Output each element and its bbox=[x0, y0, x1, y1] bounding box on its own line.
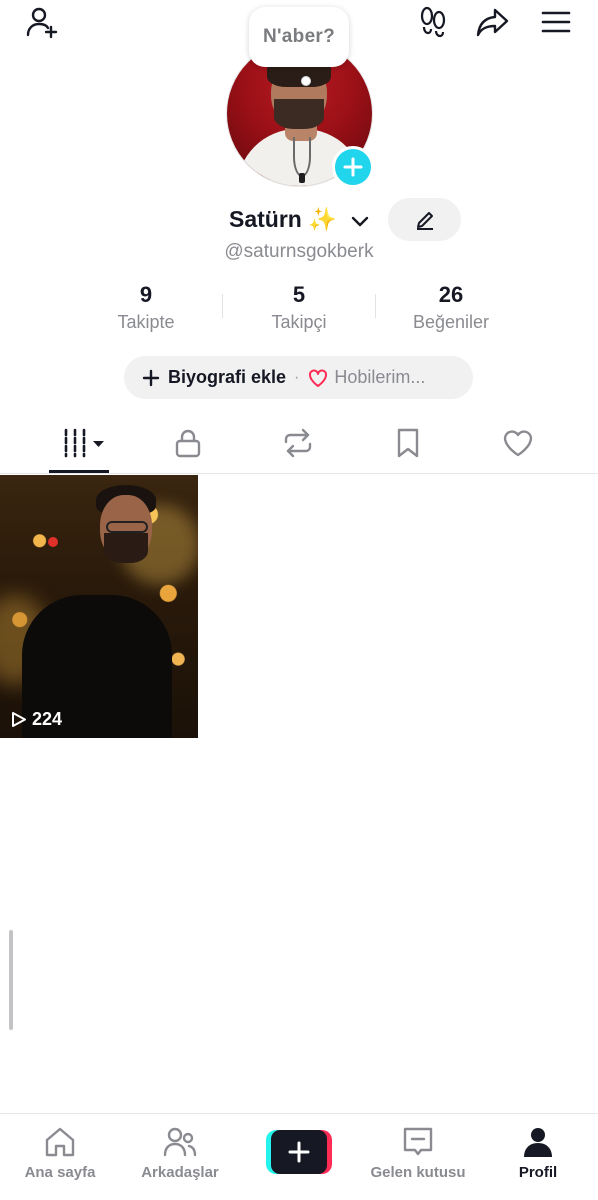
stat-divider bbox=[222, 294, 223, 318]
add-story-button[interactable] bbox=[332, 146, 374, 188]
lock-icon bbox=[175, 429, 201, 458]
bottom-navigation: Ana sayfa Arkadaşlar Gelen kutusu Profil bbox=[0, 1113, 598, 1200]
play-icon bbox=[12, 712, 26, 727]
name-row: Satürn ✨ bbox=[0, 198, 598, 241]
stat-value: 9 bbox=[139, 282, 153, 307]
share-icon[interactable] bbox=[473, 2, 513, 42]
display-name: Satürn ✨ bbox=[229, 206, 337, 232]
stat-label: Takipte bbox=[117, 312, 175, 332]
status-note-text: N'aber? bbox=[262, 26, 336, 47]
bio-pill: Biyografi ekle · Hobilerim... bbox=[124, 356, 473, 399]
home-icon bbox=[45, 1127, 75, 1157]
content-tabs bbox=[0, 412, 598, 474]
heart-icon bbox=[309, 369, 328, 387]
bio-separator: · bbox=[294, 368, 300, 386]
nav-label: Ana sayfa bbox=[24, 1164, 96, 1181]
view-count-text: 224 bbox=[32, 709, 63, 729]
stat-following[interactable]: 9 Takipte bbox=[71, 282, 221, 333]
hobbies-label: Hobilerim... bbox=[334, 367, 426, 387]
nav-profile[interactable]: Profil bbox=[478, 1124, 598, 1194]
stat-label: Takipçi bbox=[271, 312, 327, 332]
create-plus-icon bbox=[288, 1141, 310, 1163]
stat-followers[interactable]: 5 Takipçi bbox=[224, 282, 374, 333]
video-view-count: 224 bbox=[10, 709, 62, 730]
tab-reposts[interactable] bbox=[243, 412, 353, 474]
menu-icon[interactable] bbox=[536, 2, 576, 42]
tab-private[interactable] bbox=[133, 412, 243, 474]
edit-profile-button[interactable] bbox=[388, 198, 461, 241]
tab-favorites[interactable] bbox=[353, 412, 463, 474]
add-bio-button[interactable]: Biyografi ekle bbox=[142, 367, 286, 388]
nav-label: Profil bbox=[518, 1164, 558, 1181]
nav-home[interactable]: Ana sayfa bbox=[0, 1124, 120, 1194]
nav-friends[interactable]: Arkadaşlar bbox=[120, 1124, 240, 1194]
tab-liked[interactable] bbox=[463, 412, 573, 474]
nav-label: Gelen kutusu bbox=[370, 1164, 466, 1181]
plus-icon bbox=[142, 369, 160, 386]
plus-icon bbox=[343, 157, 363, 177]
username: @saturnsgokberk bbox=[224, 241, 374, 262]
repost-icon bbox=[284, 428, 312, 458]
profile-stats: 9 Takipte 5 Takipçi 26 Beğeniler bbox=[0, 282, 598, 342]
footprints-icon[interactable] bbox=[413, 2, 453, 42]
inbox-icon bbox=[403, 1127, 433, 1156]
video-thumbnail[interactable]: 224 bbox=[0, 475, 198, 738]
add-bio-label: Biyografi ekle bbox=[168, 367, 287, 387]
heart-icon bbox=[503, 430, 533, 457]
stat-likes[interactable]: 26 Beğeniler bbox=[376, 282, 526, 333]
create-video-button[interactable] bbox=[266, 1130, 332, 1174]
pencil-icon bbox=[416, 211, 433, 230]
nav-label: Arkadaşlar bbox=[141, 1164, 219, 1181]
stat-value: 26 bbox=[438, 282, 464, 307]
tab-videos[interactable] bbox=[29, 412, 139, 474]
active-tab-indicator bbox=[49, 470, 109, 473]
scrollbar[interactable] bbox=[9, 930, 13, 1030]
videos-grid-icon bbox=[64, 428, 104, 458]
stat-value: 5 bbox=[292, 282, 306, 307]
friends-icon bbox=[163, 1127, 197, 1157]
profile-icon bbox=[524, 1128, 552, 1157]
status-note-bubble[interactable]: N'aber? bbox=[249, 7, 349, 67]
stat-label: Beğeniler bbox=[412, 312, 490, 332]
hobbies-button[interactable]: Hobilerim... bbox=[307, 367, 425, 389]
nav-inbox[interactable]: Gelen kutusu bbox=[358, 1124, 478, 1194]
status-bubble-tail bbox=[302, 77, 310, 85]
chevron-down-icon[interactable] bbox=[350, 211, 370, 231]
bookmark-icon bbox=[397, 428, 419, 458]
add-friend-icon[interactable] bbox=[22, 2, 62, 42]
